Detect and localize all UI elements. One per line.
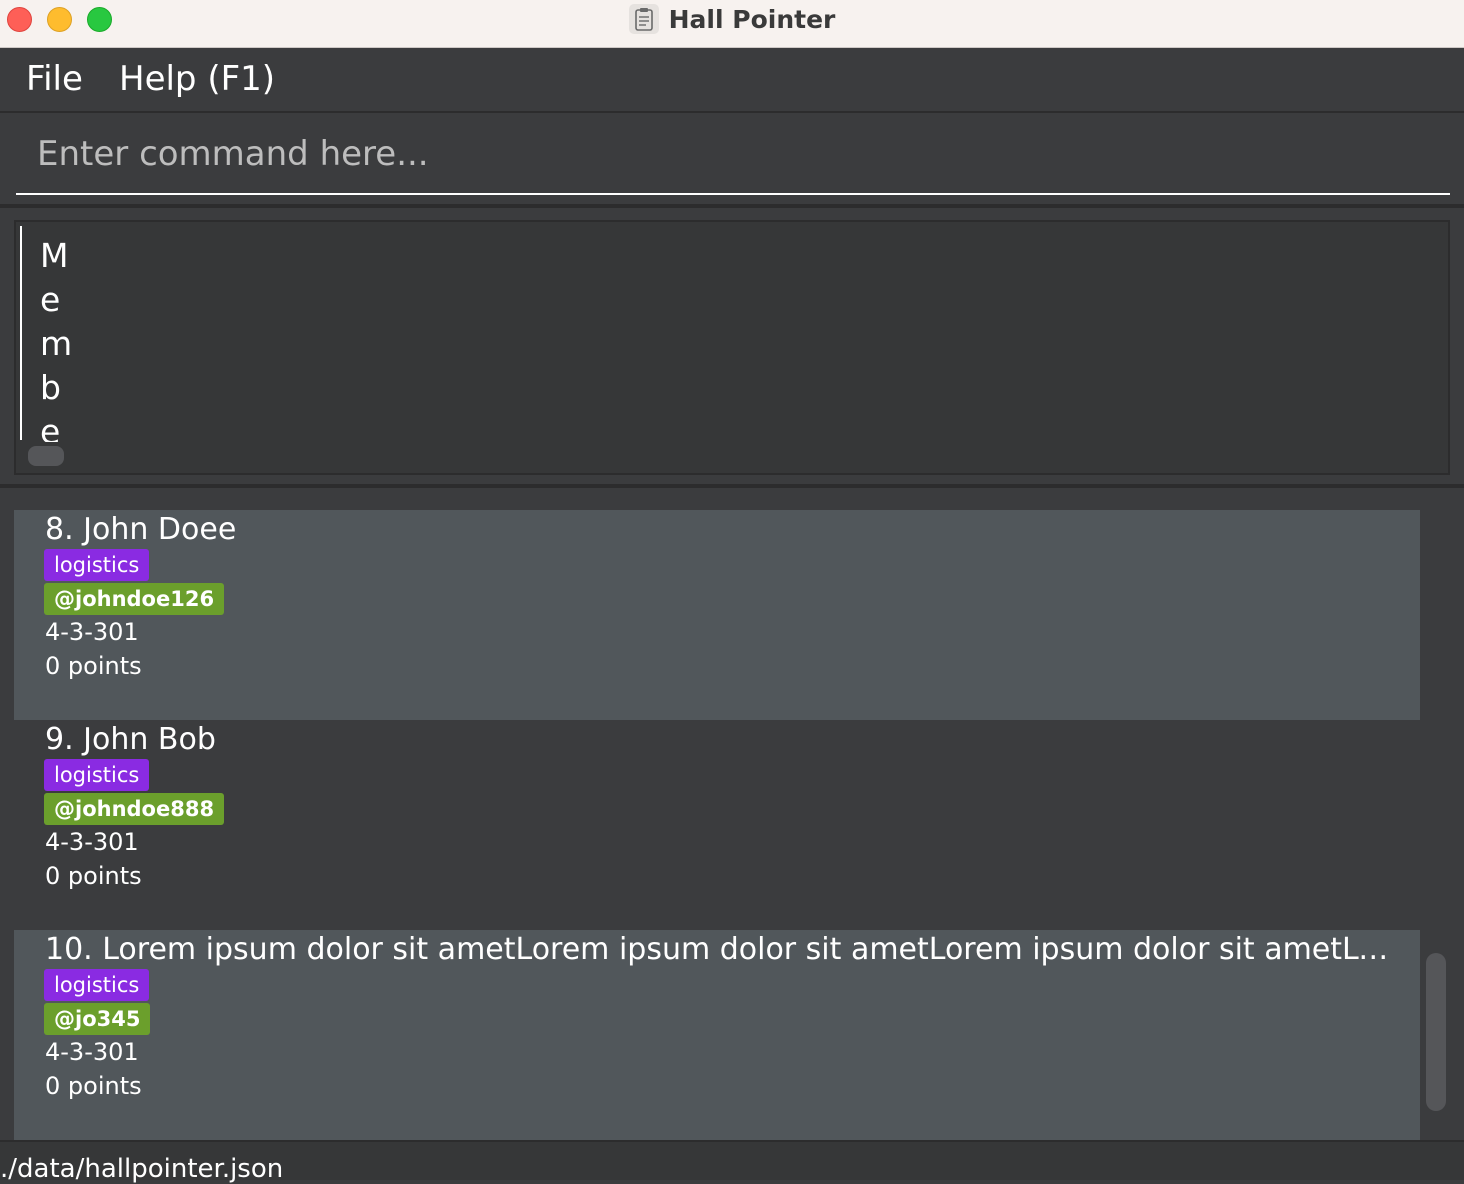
person-handle: @jo345	[44, 1003, 151, 1035]
person-name: 9. John Bob	[45, 722, 216, 757]
person-card[interactable]: 10. Lorem ipsum dolor sit ametLorem ipsu…	[14, 930, 1420, 1140]
window-titlebar: Hall Pointer	[0, 0, 1464, 48]
window-title-group: Hall Pointer	[0, 0, 1464, 38]
text-caret	[20, 226, 22, 440]
result-display-panel: Membe	[0, 212, 1464, 488]
person-list[interactable]: 8. John Doee logistics @johndoe126 4-3-3…	[0, 490, 1464, 1140]
menu-help[interactable]: Help (F1)	[119, 59, 275, 99]
command-box	[0, 115, 1464, 208]
person-room: 4-3-301	[45, 828, 139, 856]
result-text: Membe	[40, 236, 70, 442]
list-vertical-scrollbar[interactable]	[1426, 953, 1446, 1111]
menu-file[interactable]: File	[26, 59, 83, 99]
status-bar: ./data/hallpointer.json	[0, 1140, 1464, 1184]
command-input[interactable]	[16, 115, 1450, 195]
window-title: Hall Pointer	[668, 4, 836, 34]
person-tag: logistics	[44, 759, 150, 791]
person-card[interactable]: 8. John Doee logistics @johndoe126 4-3-3…	[14, 510, 1420, 720]
person-points: 0 points	[45, 862, 142, 890]
person-handle: @johndoe126	[44, 583, 225, 615]
result-horizontal-scrollbar[interactable]	[28, 446, 64, 466]
person-handle: @johndoe888	[44, 793, 225, 825]
person-points: 0 points	[45, 1072, 142, 1100]
result-display[interactable]: Membe	[14, 220, 1450, 475]
person-tag: logistics	[44, 549, 150, 581]
person-name: 10. Lorem ipsum dolor sit ametLorem ipsu…	[45, 932, 1405, 967]
person-card[interactable]: 9. John Bob logistics @johndoe888 4-3-30…	[14, 720, 1420, 930]
clipboard-icon	[628, 4, 659, 34]
person-room: 4-3-301	[45, 1038, 139, 1066]
person-name: 8. John Doee	[45, 512, 237, 547]
person-tag: logistics	[44, 969, 150, 1001]
person-points: 0 points	[45, 652, 142, 680]
person-room: 4-3-301	[45, 618, 139, 646]
menu-bar: File Help (F1)	[0, 49, 1464, 113]
